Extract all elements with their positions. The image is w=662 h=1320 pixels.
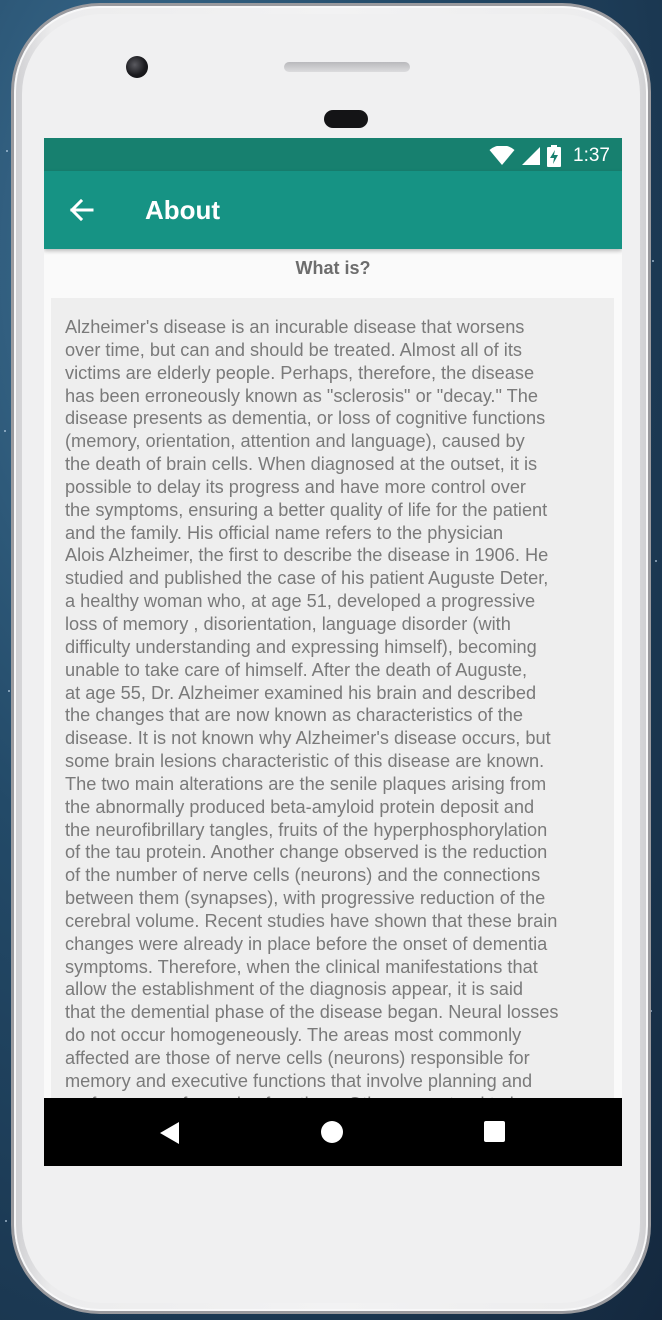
front-camera (126, 56, 148, 78)
wallpaper-star (5, 1220, 7, 1222)
about-text: Alzheimer's disease is an incurable dise… (65, 317, 559, 1114)
wifi-icon (489, 146, 515, 165)
battery-charging-icon (547, 145, 562, 167)
wallpaper-star (6, 150, 8, 152)
wallpaper-star (655, 560, 657, 562)
back-button[interactable] (66, 194, 98, 226)
content-scroll-area[interactable]: Alzheimer's disease is an incurable dise… (51, 298, 614, 1158)
wallpaper-star (652, 260, 654, 262)
recents-square-icon[interactable] (484, 1121, 505, 1142)
status-bar: 1:37 (44, 138, 622, 171)
arrow-left-icon (69, 198, 94, 222)
cell-signal-icon (522, 147, 541, 165)
back-triangle-icon[interactable] (159, 1121, 181, 1145)
proximity-sensor (324, 110, 368, 128)
status-icons: 1:37 (489, 145, 610, 167)
wallpaper-star (4, 430, 6, 432)
app-bar: About (44, 171, 622, 249)
page-title: About (145, 195, 221, 225)
section-heading: What is? (295, 258, 371, 278)
wallpaper-star (8, 690, 10, 692)
system-nav-bar (44, 1098, 622, 1166)
status-time: 1:37 (573, 145, 610, 166)
home-circle-icon[interactable] (321, 1121, 343, 1143)
screen: 1:37 About What is? Alzheimer's disease … (44, 138, 622, 1166)
wallpaper-star (650, 1010, 652, 1012)
earpiece-speaker (284, 62, 410, 72)
